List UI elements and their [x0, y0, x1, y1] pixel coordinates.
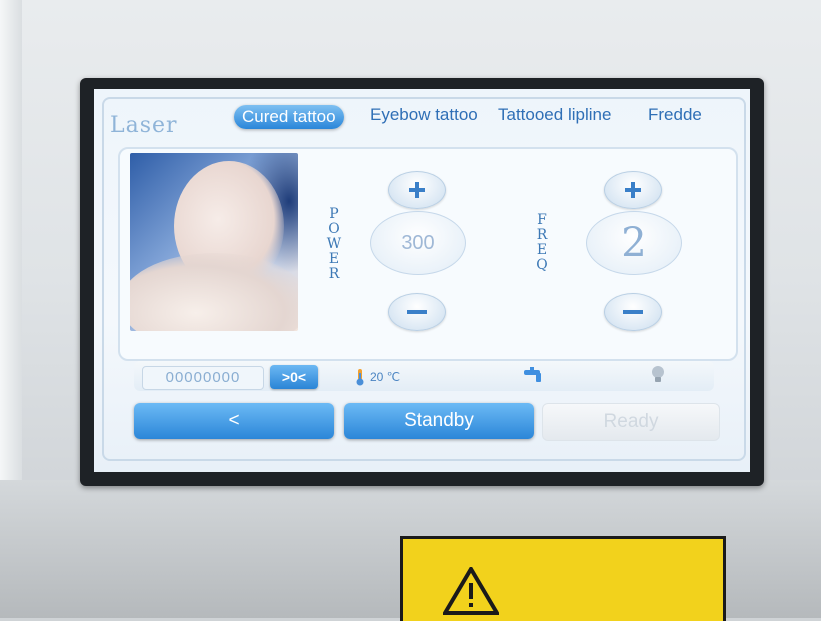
water-tap-icon	[524, 367, 541, 382]
reset-counter-button[interactable]: >0<	[270, 365, 318, 389]
tab-tattooed-lipline[interactable]: Tattooed lipline	[498, 105, 611, 125]
tab-cured-tattoo[interactable]: Cured tattoo	[234, 105, 344, 129]
thermometer-icon	[356, 369, 364, 386]
brand-label: Laser	[110, 113, 178, 138]
power-value-display: 300	[370, 211, 466, 275]
warning-sticker	[400, 536, 726, 621]
power-letter: E	[328, 251, 340, 267]
standby-button[interactable]: Standby	[344, 403, 534, 439]
ready-button[interactable]: Ready	[542, 403, 720, 441]
power-letter: P	[329, 206, 339, 222]
plus-icon	[409, 182, 425, 198]
minus-icon	[407, 310, 427, 314]
freq-letter: F	[537, 212, 547, 228]
pulse-counter: 00000000	[142, 366, 264, 390]
freq-label: F R E Q	[534, 213, 550, 273]
power-letter: O	[328, 221, 340, 237]
tab-eyebow-tattoo[interactable]: Eyebow tattoo	[370, 105, 478, 125]
freq-plus-button[interactable]	[604, 171, 662, 209]
back-button[interactable]: <	[134, 403, 334, 439]
freq-letter: E	[536, 242, 548, 258]
freq-minus-button[interactable]	[604, 293, 662, 331]
freq-value-display: 2	[586, 211, 682, 275]
touch-screen: Laser Cured tattoo Eyebow tattoo Tattooe…	[94, 89, 750, 472]
photo-shoulder	[130, 253, 298, 331]
freq-letter: Q	[536, 257, 548, 273]
temperature-readout: 20 ℃	[354, 368, 400, 386]
power-letter: W	[326, 236, 342, 252]
temperature-value: 20 ℃	[370, 370, 401, 384]
power-label: P O W E R	[326, 207, 342, 282]
treatment-photo	[130, 153, 298, 331]
power-minus-button[interactable]	[388, 293, 446, 331]
plus-icon	[625, 182, 641, 198]
power-letter: R	[328, 266, 340, 282]
tab-fredde[interactable]: Fredde	[648, 105, 702, 125]
freq-letter: R	[536, 227, 548, 243]
warning-triangle-icon	[443, 567, 499, 615]
minus-icon	[623, 310, 643, 314]
power-plus-button[interactable]	[388, 171, 446, 209]
lamp-icon	[652, 366, 664, 382]
